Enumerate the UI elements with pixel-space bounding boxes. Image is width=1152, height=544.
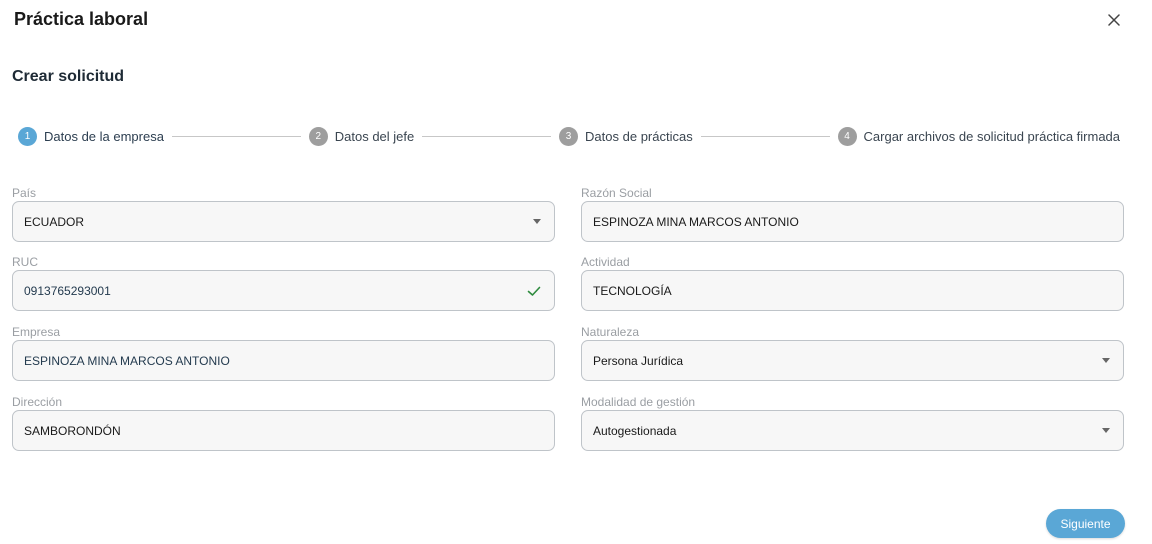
naturaleza-value: Persona Jurídica: [593, 353, 684, 368]
razon-social-value: ESPINOZA MINA MARCOS ANTONIO: [593, 214, 799, 229]
step-connector: [422, 135, 552, 137]
naturaleza-label: Naturaleza: [581, 325, 640, 339]
modalidad-value: Autogestionada: [593, 423, 677, 438]
close-icon: [1108, 14, 1120, 26]
actividad-value: TECNOLOGÍA: [593, 283, 672, 298]
caret-down-icon: [1102, 428, 1110, 433]
ruc-input[interactable]: 0913765293001: [12, 270, 555, 311]
next-button[interactable]: Siguiente: [1046, 509, 1125, 538]
pais-select[interactable]: ECUADOR: [12, 201, 555, 242]
actividad-label: Actividad: [581, 255, 630, 269]
actividad-input[interactable]: TECNOLOGÍA: [581, 270, 1124, 311]
step-number: 1: [18, 126, 37, 146]
empresa-value: ESPINOZA MINA MARCOS ANTONIO: [24, 353, 230, 368]
step-label: Datos de prácticas: [585, 128, 693, 144]
close-button[interactable]: [1103, 9, 1125, 31]
step-label: Datos de la empresa: [44, 128, 164, 144]
step-datos-jefe[interactable]: 2 Datos del jefe: [308, 126, 415, 146]
form-subtitle: Crear solicitud: [12, 68, 125, 85]
direccion-label: Dirección: [12, 395, 63, 409]
step-cargar-archivos[interactable]: 4 Cargar archivos de solicitud práctica …: [837, 126, 1121, 146]
step-datos-practicas[interactable]: 3 Datos de prácticas: [559, 126, 693, 146]
step-connector: [171, 135, 301, 137]
empresa-label: Empresa: [12, 325, 61, 339]
pais-value: ECUADOR: [24, 214, 85, 229]
direccion-input[interactable]: SAMBORONDÓN: [12, 410, 555, 451]
step-connector: [700, 135, 830, 137]
razon-social-label: Razón Social: [581, 186, 652, 200]
empresa-input[interactable]: ESPINOZA MINA MARCOS ANTONIO: [12, 340, 555, 381]
naturaleza-select[interactable]: Persona Jurídica: [581, 340, 1124, 381]
stepper: 1 Datos de la empresa 2 Datos del jefe 3…: [18, 126, 1120, 146]
step-datos-empresa[interactable]: 1 Datos de la empresa: [18, 126, 164, 146]
razon-social-input[interactable]: ESPINOZA MINA MARCOS ANTONIO: [581, 201, 1124, 242]
check-icon: [527, 286, 541, 296]
ruc-label: RUC: [12, 255, 38, 269]
caret-down-icon: [1102, 358, 1110, 363]
caret-down-icon: [533, 219, 541, 224]
dialog-title: Práctica laboral: [14, 9, 149, 29]
step-number: 2: [308, 126, 328, 146]
modalidad-select[interactable]: Autogestionada: [581, 410, 1124, 451]
modalidad-label: Modalidad de gestión: [581, 395, 696, 409]
step-number: 4: [837, 126, 857, 146]
step-label: Cargar archivos de solicitud práctica fi…: [863, 128, 1121, 144]
pais-label: País: [12, 186, 37, 200]
ruc-value: 0913765293001: [24, 283, 111, 298]
step-number: 3: [559, 126, 579, 146]
direccion-value: SAMBORONDÓN: [24, 423, 121, 438]
step-label: Datos del jefe: [334, 128, 415, 144]
